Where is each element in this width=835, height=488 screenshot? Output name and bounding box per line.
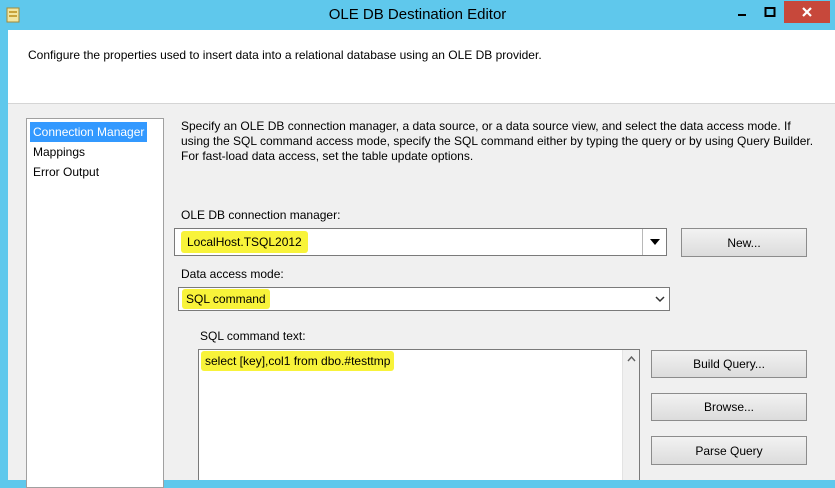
page-description: Specify an OLE DB connection manager, a … [181,119,814,163]
connection-manager-value: LocalHost.TSQL2012 [181,231,308,253]
minimize-button[interactable] [728,1,756,23]
dialog-description: Configure the properties used to insert … [28,48,542,62]
parse-query-button[interactable]: Parse Query [651,436,807,465]
connection-manager-combo[interactable]: LocalHost.TSQL2012 [174,228,667,256]
nav-item-mappings[interactable]: Mappings [30,142,160,162]
access-mode-dropdown-button[interactable] [651,288,669,310]
sql-command-textarea[interactable]: select [key],col1 from dbo.#testtmp [198,349,640,480]
minimize-icon [738,14,746,16]
close-button[interactable] [784,1,830,23]
chevron-down-icon [649,239,660,245]
scroll-up-button[interactable] [623,350,639,367]
nav-item-error-output[interactable]: Error Output [30,162,160,182]
dialog-client-area: Configure the properties used to insert … [8,30,835,488]
title-bar[interactable]: OLE DB Destination Editor [0,0,835,30]
data-access-mode-value: SQL command [182,289,270,309]
sql-text-scrollbar[interactable] [622,350,639,480]
data-access-mode-label: Data access mode: [181,267,284,281]
window-title: OLE DB Destination Editor [328,6,507,23]
build-query-button[interactable]: Build Query... [651,350,807,378]
nav-item-connection-manager[interactable]: Connection Manager [30,122,148,142]
data-access-mode-combo[interactable]: SQL command [178,287,670,311]
new-connection-button[interactable]: New... [681,228,807,257]
dialog-header: Configure the properties used to insert … [8,30,835,104]
chevron-down-icon [655,295,665,302]
close-icon [802,7,812,17]
sql-command-text-label: SQL command text: [200,329,306,343]
connection-dropdown-button[interactable] [642,229,666,255]
sql-command-text: select [key],col1 from dbo.#testtmp [201,351,395,371]
maximize-button[interactable] [756,1,784,23]
ole-db-destination-editor-window: OLE DB Destination Editor Configure the … [0,0,835,488]
connection-manager-label: OLE DB connection manager: [181,208,341,222]
page-navigation-list: Connection Manager Mappings Error Output [26,118,164,488]
scroll-up-icon [626,355,636,361]
maximize-icon [764,7,776,17]
browse-button[interactable]: Browse... [651,393,807,421]
